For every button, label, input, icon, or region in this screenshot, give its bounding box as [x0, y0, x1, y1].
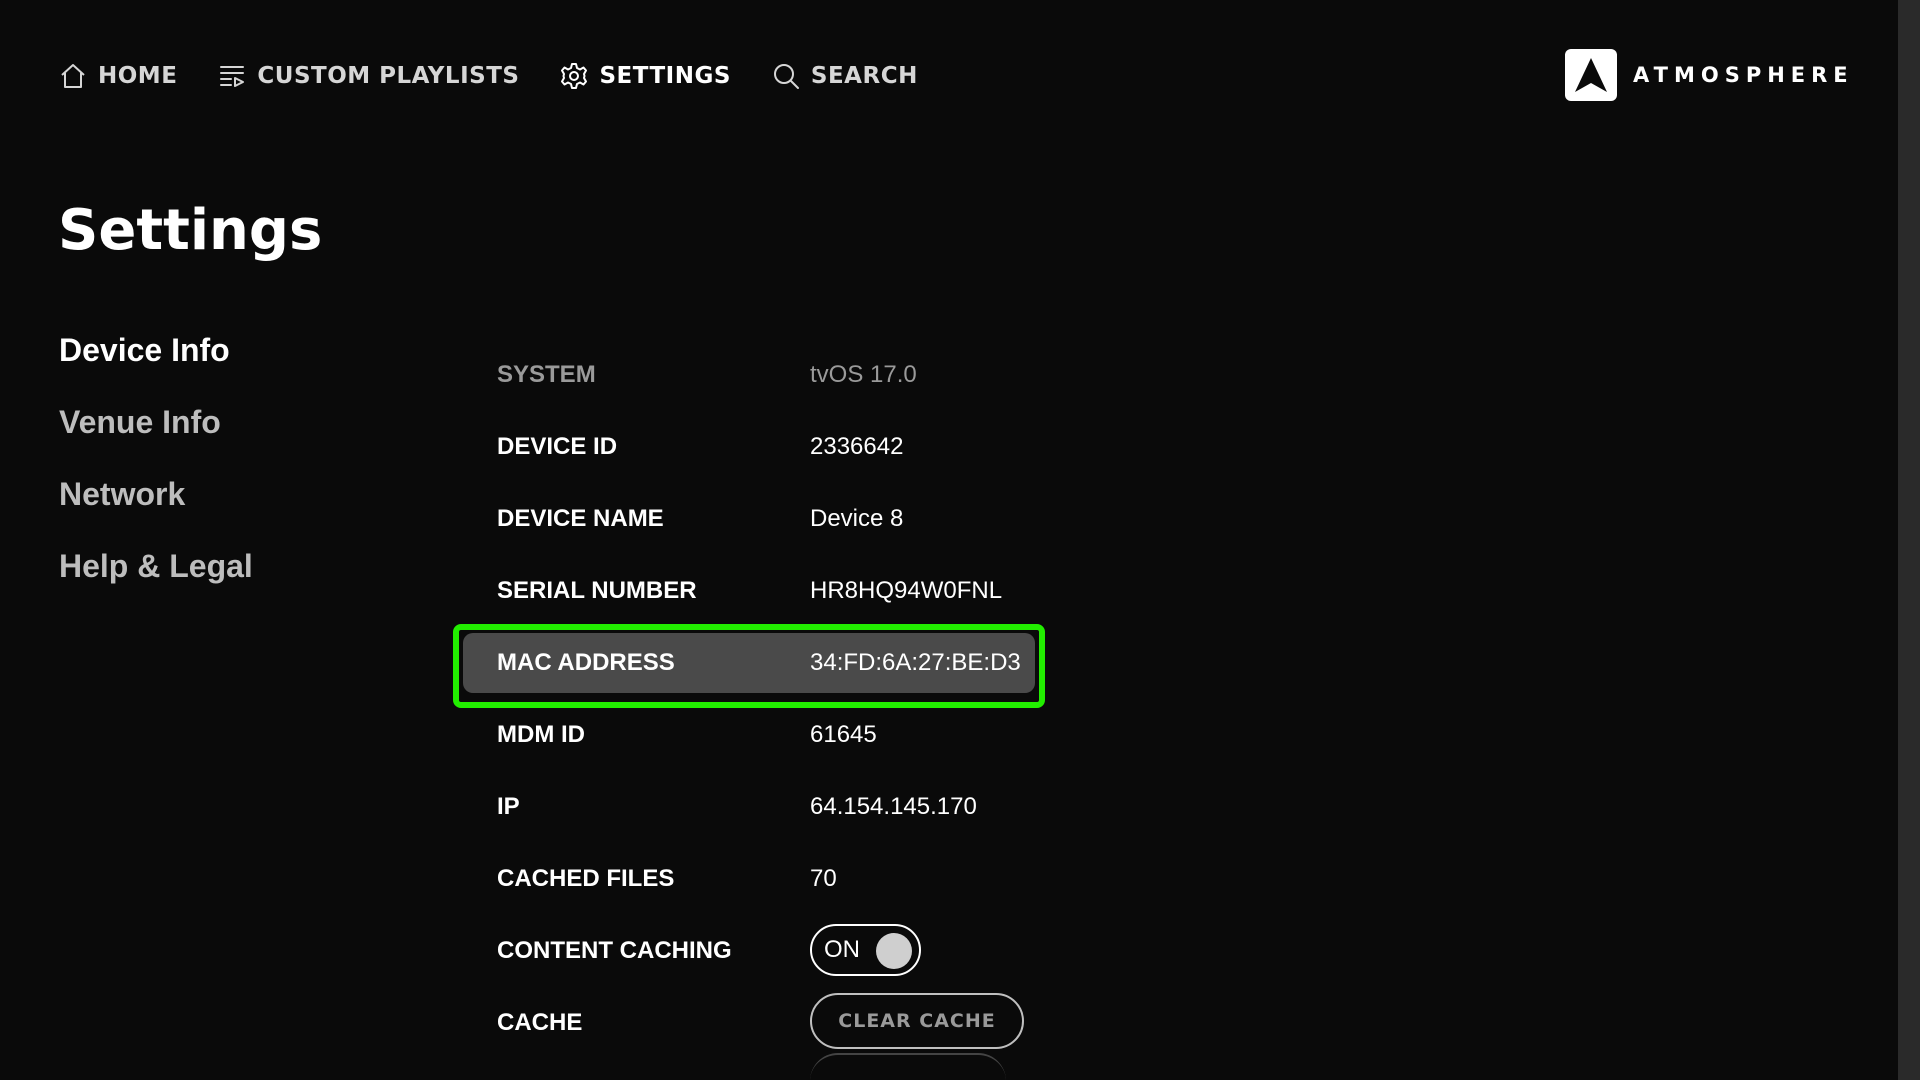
- nav-custom-playlists[interactable]: CUSTOM PLAYLISTS: [217, 61, 519, 91]
- sidebar-item-help-legal[interactable]: Help & Legal: [59, 542, 253, 614]
- info-value: 64.154.145.170: [810, 793, 977, 820]
- playlist-icon: [217, 61, 247, 91]
- info-label: CONTENT CACHING: [497, 937, 732, 964]
- info-row-device-name[interactable]: DEVICE NAME Device 8: [460, 483, 1050, 555]
- info-value: 70: [810, 865, 837, 892]
- info-label: SERIAL NUMBER: [497, 577, 697, 604]
- nav-settings-label: SETTINGS: [599, 63, 731, 89]
- info-value: 34:FD:6A:27:BE:D3: [810, 649, 1021, 676]
- info-label: MDM ID: [497, 721, 585, 748]
- info-row-cache: CACHE CLEAR CACHE: [460, 987, 1050, 1059]
- device-info-list: SYSTEM tvOS 17.0 DEVICE ID 2336642 DEVIC…: [453, 339, 1050, 1059]
- content-caching-toggle[interactable]: ON: [810, 924, 921, 976]
- settings-sidebar: Device Info Venue Info Network Help & Le…: [59, 326, 253, 614]
- next-button-partial: [810, 1053, 1006, 1080]
- info-row-ip[interactable]: IP 64.154.145.170: [460, 771, 1050, 843]
- info-label: MAC ADDRESS: [497, 649, 675, 676]
- settings-page: HOME CUSTOM PLAYLISTS SETTINGS SEARCH AT…: [0, 0, 1920, 1080]
- info-label: SYSTEM: [497, 361, 596, 388]
- screen-edge: [1898, 0, 1920, 1080]
- info-value: 2336642: [810, 433, 904, 460]
- search-icon: [771, 61, 801, 91]
- info-label: DEVICE NAME: [497, 505, 664, 532]
- nav-search-label: SEARCH: [810, 63, 918, 89]
- sidebar-item-device-info[interactable]: Device Info: [59, 326, 253, 398]
- info-value: HR8HQ94W0FNL: [810, 577, 1003, 604]
- toggle-knob: [876, 933, 912, 969]
- gear-icon: [559, 61, 589, 91]
- info-row-mac-address[interactable]: MAC ADDRESS 34:FD:6A:27:BE:D3: [453, 624, 1050, 708]
- info-row-cached-files[interactable]: CACHED FILES 70: [460, 843, 1050, 915]
- info-label: CACHE: [497, 1009, 583, 1036]
- info-label: CACHED FILES: [497, 865, 675, 892]
- info-value: 61645: [810, 721, 877, 748]
- atmosphere-logo-icon: [1565, 49, 1617, 101]
- home-icon: [58, 61, 88, 91]
- info-row-content-caching: CONTENT CACHING ON: [460, 915, 1050, 987]
- page-title: Settings: [58, 198, 323, 263]
- info-label: DEVICE ID: [497, 433, 618, 460]
- clear-cache-button[interactable]: CLEAR CACHE: [810, 993, 1024, 1049]
- info-row-serial-number[interactable]: SERIAL NUMBER HR8HQ94W0FNL: [460, 555, 1050, 627]
- top-nav: HOME CUSTOM PLAYLISTS SETTINGS SEARCH: [58, 56, 958, 96]
- brand-logo: ATMOSPHERE: [1565, 49, 1854, 101]
- info-value: tvOS 17.0: [810, 361, 917, 388]
- info-value: Device 8: [810, 505, 904, 532]
- nav-home-label: HOME: [98, 63, 178, 89]
- brand-name: ATMOSPHERE: [1633, 63, 1854, 87]
- info-row-system[interactable]: SYSTEM tvOS 17.0: [460, 339, 1050, 411]
- sidebar-item-venue-info[interactable]: Venue Info: [59, 398, 253, 470]
- nav-settings[interactable]: SETTINGS: [559, 61, 730, 91]
- nav-home[interactable]: HOME: [58, 61, 177, 91]
- nav-custom-playlists-label: CUSTOM PLAYLISTS: [257, 63, 520, 89]
- info-row-mdm-id[interactable]: MDM ID 61645: [460, 699, 1050, 771]
- toggle-state-label: ON: [824, 936, 860, 963]
- info-label: IP: [497, 793, 520, 820]
- sidebar-item-network[interactable]: Network: [59, 470, 253, 542]
- nav-search[interactable]: SEARCH: [771, 61, 918, 91]
- info-row-device-id[interactable]: DEVICE ID 2336642: [460, 411, 1050, 483]
